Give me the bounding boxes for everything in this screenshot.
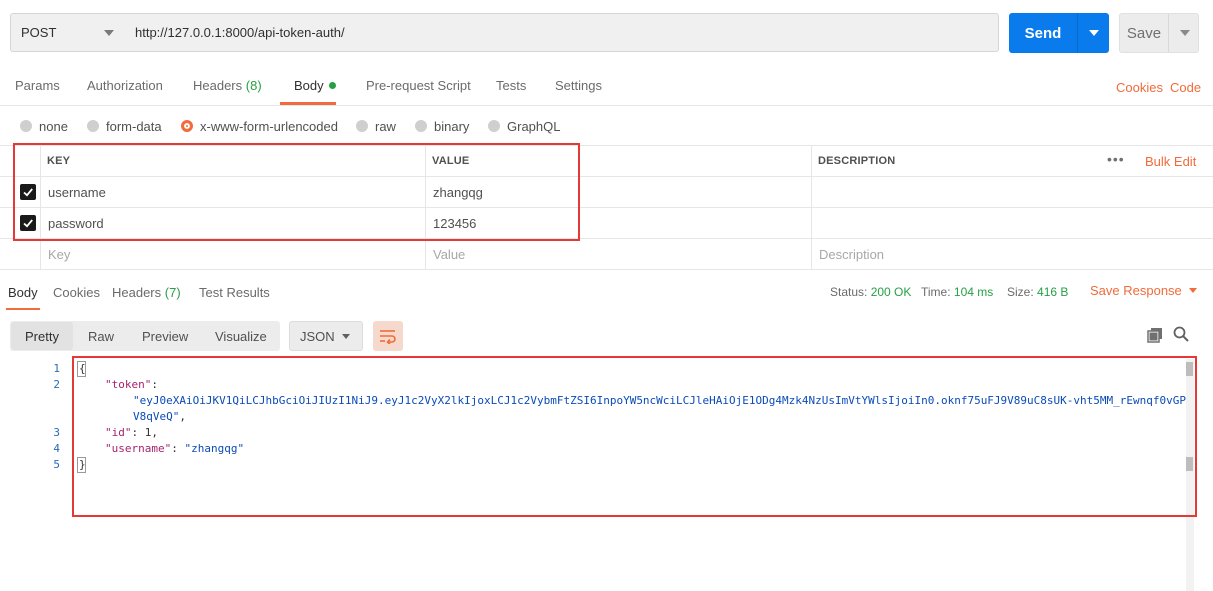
line-number: 3 bbox=[53, 426, 60, 439]
wrap-lines-button[interactable] bbox=[373, 321, 403, 351]
table-bottom-border bbox=[0, 269, 1213, 270]
save-options-chevron-icon[interactable] bbox=[1180, 30, 1190, 36]
response-highlight-box bbox=[72, 356, 1197, 517]
url-value: http://127.0.0.1:8000/api-token-auth/ bbox=[135, 25, 345, 40]
more-options-icon[interactable]: ••• bbox=[1107, 151, 1125, 167]
response-tab-headers[interactable]: Headers (7) bbox=[112, 285, 181, 300]
radio-off-icon bbox=[488, 120, 500, 132]
radio-urlencoded[interactable]: x-www-form-urlencoded bbox=[181, 118, 338, 134]
radio-raw[interactable]: raw bbox=[356, 118, 396, 134]
size-value: 416 B bbox=[1037, 285, 1069, 299]
chevron-down-icon bbox=[1188, 288, 1197, 293]
send-label: Send bbox=[1024, 24, 1062, 42]
method-label: POST bbox=[21, 25, 57, 40]
radio-graphql-label: GraphQL bbox=[507, 118, 561, 134]
tab-tests[interactable]: Tests bbox=[496, 78, 526, 104]
url-input[interactable]: http://127.0.0.1:8000/api-token-auth/ bbox=[125, 13, 999, 52]
format-raw[interactable]: Raw bbox=[88, 329, 114, 344]
radio-form-data-label: form-data bbox=[106, 118, 162, 134]
tab-params[interactable]: Params bbox=[15, 78, 60, 104]
time-readout: Time: 104 ms bbox=[921, 285, 993, 299]
line-number: 4 bbox=[53, 442, 60, 455]
response-tab-cookies[interactable]: Cookies bbox=[53, 285, 100, 300]
radio-off-icon bbox=[356, 120, 368, 132]
method-select[interactable]: POST bbox=[10, 13, 126, 52]
radio-raw-label: raw bbox=[375, 118, 396, 134]
tab-authorization[interactable]: Authorization bbox=[87, 78, 163, 104]
send-button[interactable]: Send bbox=[1009, 13, 1109, 53]
code-link[interactable]: Code bbox=[1170, 80, 1201, 95]
save-response-button[interactable]: Save Response bbox=[1090, 283, 1197, 298]
radio-urlencoded-label: x-www-form-urlencoded bbox=[200, 118, 338, 134]
format-visualize[interactable]: Visualize bbox=[215, 329, 267, 344]
column-divider bbox=[811, 145, 812, 269]
time-value: 104 ms bbox=[953, 285, 994, 299]
column-header-description: DESCRIPTION bbox=[818, 155, 896, 167]
radio-binary[interactable]: binary bbox=[415, 118, 469, 134]
language-select[interactable]: JSON bbox=[289, 321, 363, 351]
response-tab-headers-label: Headers bbox=[112, 285, 162, 300]
tab-authorization-label: Authorization bbox=[87, 78, 163, 93]
radio-none[interactable]: none bbox=[20, 118, 68, 134]
new-description-input[interactable]: Description bbox=[819, 247, 884, 262]
active-dot-icon bbox=[328, 82, 336, 89]
response-tab-test-results[interactable]: Test Results bbox=[199, 285, 270, 300]
save-response-label: Save Response bbox=[1090, 283, 1182, 298]
tab-params-label: Params bbox=[15, 78, 60, 93]
tab-prerequest-label: Pre-request Script bbox=[366, 78, 471, 93]
tab-tests-label: Tests bbox=[496, 78, 527, 93]
format-preview[interactable]: Preview bbox=[142, 329, 188, 344]
size-readout: Size: 416 B bbox=[1007, 285, 1068, 299]
tab-settings-label: Settings bbox=[555, 78, 602, 93]
language-label: JSON bbox=[300, 328, 335, 344]
send-divider bbox=[1077, 13, 1078, 53]
response-headers-count-badge: (7) bbox=[164, 285, 181, 300]
radio-off-icon bbox=[20, 120, 32, 132]
tab-headers[interactable]: Headers (8) bbox=[193, 78, 262, 104]
line-number: 1 bbox=[53, 362, 60, 375]
tab-body[interactable]: Body bbox=[294, 78, 336, 104]
tab-body-label: Body bbox=[294, 78, 324, 93]
wrap-lines-icon bbox=[380, 330, 396, 344]
status-readout: Status: 200 OK bbox=[830, 285, 911, 299]
size-label: Size: bbox=[1007, 285, 1034, 299]
save-label: Save bbox=[1126, 24, 1162, 42]
radio-off-icon bbox=[87, 120, 99, 132]
send-options-chevron-icon[interactable] bbox=[1089, 30, 1099, 36]
new-key-input[interactable]: Key bbox=[48, 247, 70, 262]
radio-form-data[interactable]: form-data bbox=[87, 118, 162, 134]
search-icon[interactable] bbox=[1173, 326, 1189, 345]
format-pretty[interactable]: Pretty bbox=[25, 329, 59, 344]
tabs-divider bbox=[0, 105, 1213, 106]
radio-on-icon bbox=[181, 120, 193, 132]
new-value-input[interactable]: Value bbox=[433, 247, 465, 262]
response-tab-body[interactable]: Body bbox=[8, 285, 38, 300]
bulk-edit-link[interactable]: Bulk Edit bbox=[1145, 154, 1196, 169]
response-active-tab-indicator bbox=[6, 308, 40, 310]
tab-headers-label: Headers bbox=[193, 78, 243, 93]
status-value: 200 OK bbox=[870, 285, 912, 299]
save-divider bbox=[1168, 14, 1169, 52]
line-number: 5 bbox=[53, 458, 60, 471]
status-label: Status: bbox=[830, 285, 868, 299]
save-button[interactable]: Save bbox=[1119, 13, 1199, 53]
radio-graphql[interactable]: GraphQL bbox=[488, 118, 560, 134]
params-highlight-box bbox=[13, 143, 580, 241]
radio-none-label: none bbox=[39, 118, 68, 134]
tab-settings[interactable]: Settings bbox=[555, 78, 602, 104]
radio-off-icon bbox=[415, 120, 427, 132]
cookies-link[interactable]: Cookies bbox=[1116, 80, 1163, 95]
chevron-down-icon bbox=[342, 334, 350, 339]
time-label: Time: bbox=[921, 285, 951, 299]
copy-icon[interactable] bbox=[1147, 327, 1163, 346]
line-number: 2 bbox=[53, 378, 60, 391]
chevron-down-icon bbox=[104, 30, 114, 36]
tab-prerequest-script[interactable]: Pre-request Script bbox=[366, 78, 471, 104]
headers-count-badge: (8) bbox=[245, 78, 262, 93]
radio-binary-label: binary bbox=[434, 118, 470, 134]
